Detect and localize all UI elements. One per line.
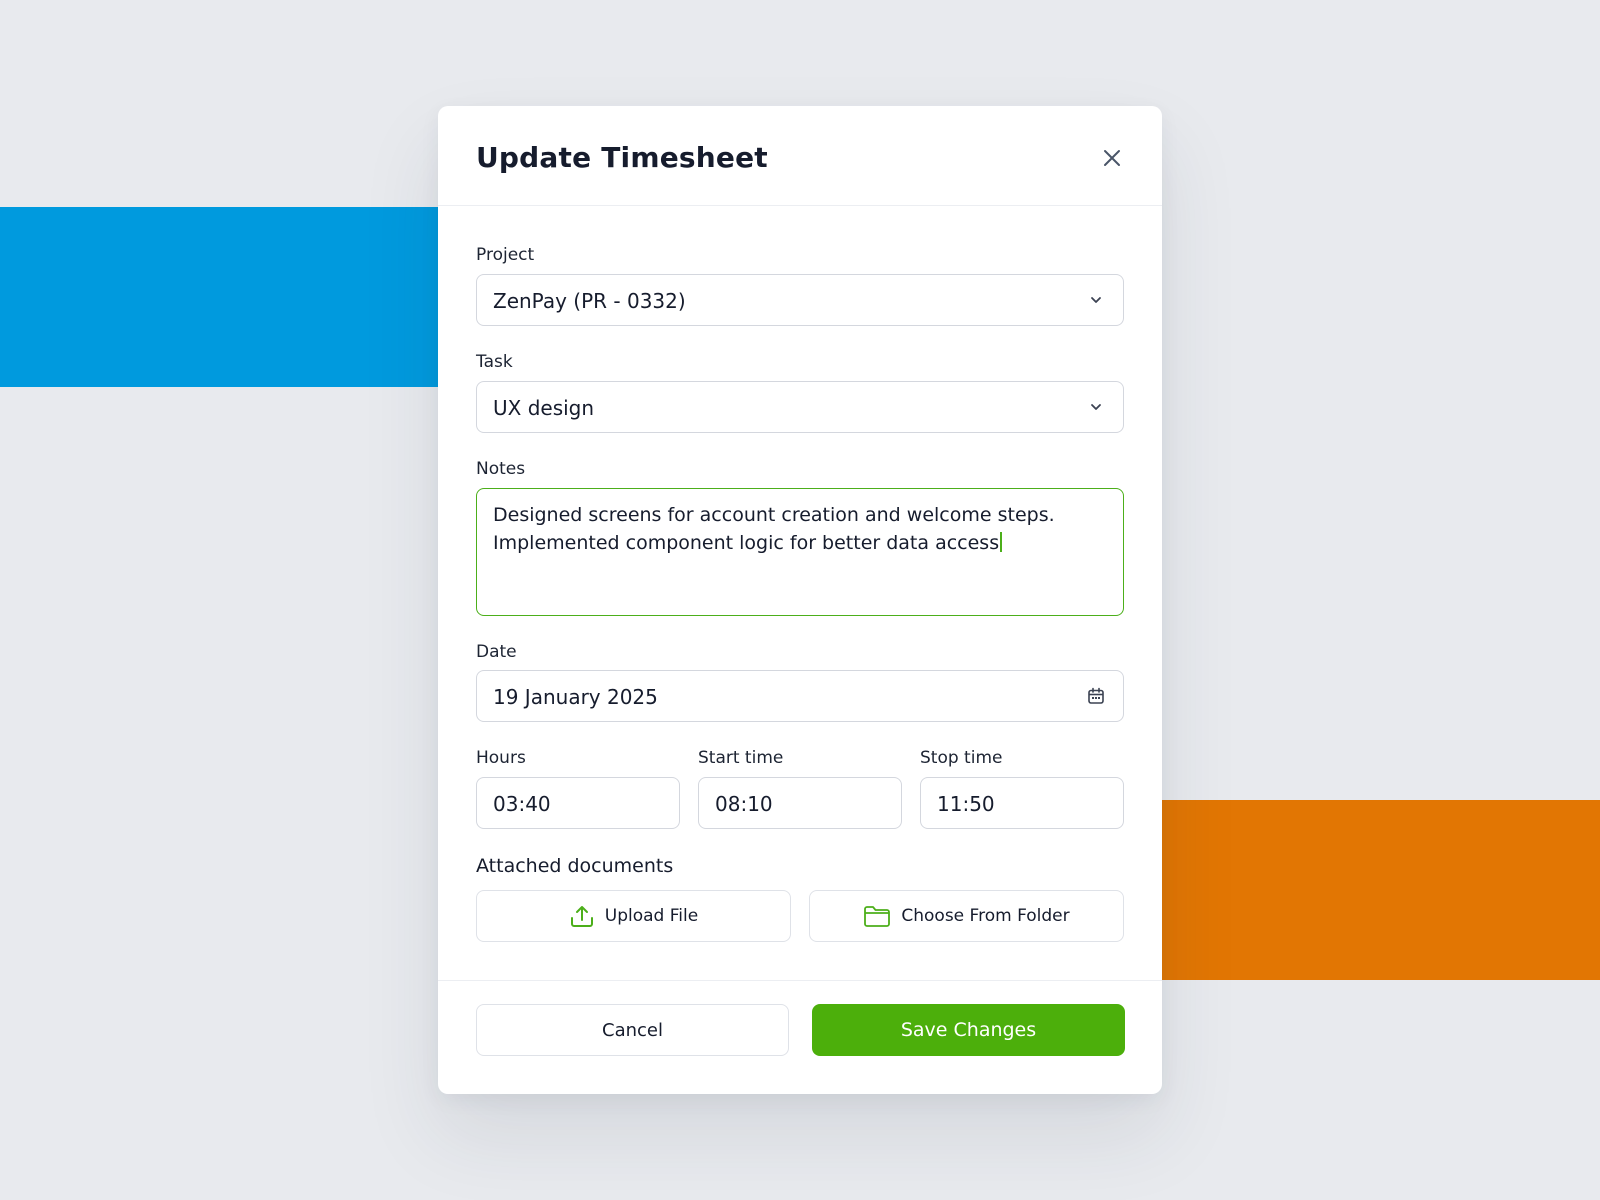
folder-icon: [864, 906, 891, 927]
chevron-down-icon: [1085, 396, 1107, 418]
start-time-value: 08:10: [715, 792, 773, 816]
choose-from-folder-label: Choose From Folder: [901, 906, 1070, 926]
project-label: Project: [476, 245, 535, 265]
date-label: Date: [476, 642, 517, 662]
project-value: ZenPay (PR - 0332): [493, 289, 686, 313]
stop-time-label: Stop time: [920, 748, 1003, 768]
chevron-down-icon: [1085, 289, 1107, 311]
choose-from-folder-button[interactable]: Choose From Folder: [809, 890, 1124, 942]
footer-divider: [438, 980, 1162, 981]
background-blue-band: [0, 207, 440, 387]
close-button[interactable]: [1096, 142, 1128, 174]
cancel-button[interactable]: Cancel: [476, 1004, 789, 1056]
text-caret: [1000, 532, 1003, 552]
calendar-icon[interactable]: [1085, 685, 1107, 707]
save-changes-button[interactable]: Save Changes: [812, 1004, 1125, 1056]
modal-title: Update Timesheet: [476, 141, 768, 174]
task-label: Task: [476, 352, 513, 372]
notes-textarea[interactable]: Designed screens for account creation an…: [476, 488, 1124, 616]
start-time-input[interactable]: 08:10: [698, 777, 902, 829]
stop-time-value: 11:50: [937, 792, 995, 816]
update-timesheet-modal: Update Timesheet Project ZenPay (PR - 03…: [438, 106, 1162, 1094]
notes-label: Notes: [476, 459, 526, 479]
task-value: UX design: [493, 396, 595, 420]
notes-value: Designed screens for account creation an…: [493, 504, 1055, 554]
hours-label: Hours: [476, 748, 526, 768]
upload-file-button[interactable]: Upload File: [476, 890, 791, 942]
hours-value: 03:40: [493, 792, 551, 816]
modal-header: Update Timesheet: [438, 106, 1162, 206]
project-select[interactable]: ZenPay (PR - 0332): [476, 274, 1124, 326]
date-value: 19 January 2025: [493, 685, 658, 709]
hours-input[interactable]: 03:40: [476, 777, 680, 829]
date-input[interactable]: 19 January 2025: [476, 670, 1124, 722]
notes-text: Designed screens for account creation an…: [493, 501, 1103, 557]
stop-time-input[interactable]: 11:50: [920, 777, 1124, 829]
background-orange-band: [1160, 800, 1600, 980]
start-time-label: Start time: [698, 748, 784, 768]
upload-file-label: Upload File: [604, 906, 699, 926]
upload-icon: [570, 906, 593, 927]
task-select[interactable]: UX design: [476, 381, 1124, 433]
attached-documents-title: Attached documents: [476, 855, 674, 877]
close-icon: [1104, 150, 1120, 166]
